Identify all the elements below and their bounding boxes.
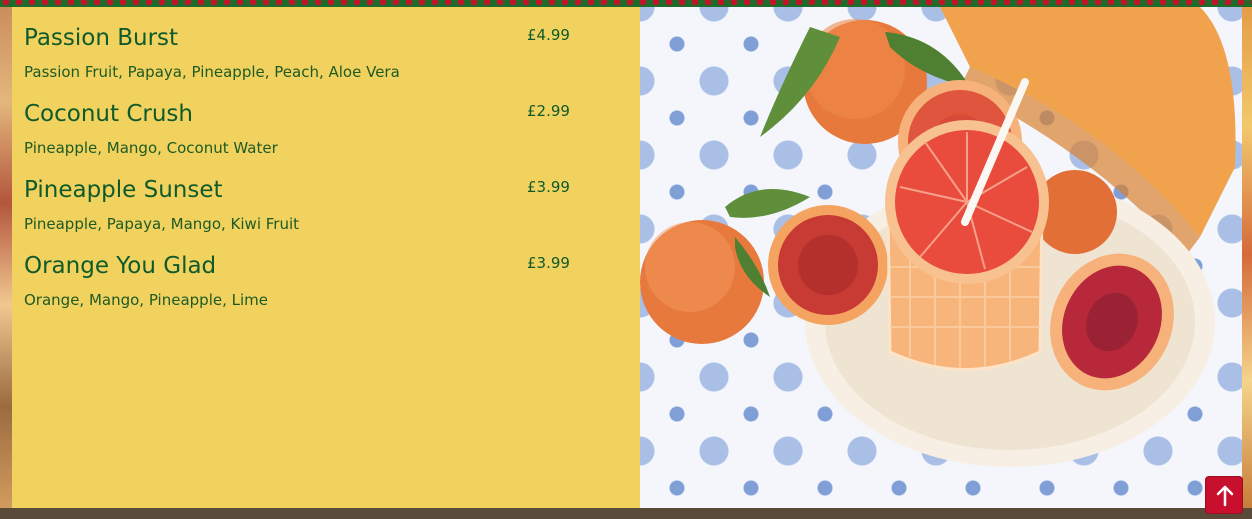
back-to-top-button[interactable] — [1205, 476, 1243, 514]
orange-left-highlight — [645, 222, 735, 312]
background-photo-strip-left — [0, 0, 12, 508]
item-ingredients: Pineapple, Papaya, Mango, Kiwi Fruit — [24, 215, 300, 233]
menu-item: Orange You Glad £3.99 Orange, Mango, Pin… — [24, 235, 584, 309]
item-name: Pineapple Sunset — [24, 177, 223, 203]
garland-border — [0, 0, 1252, 7]
smoothie-menu-panel: Passion Burst £4.99 Passion Fruit, Papay… — [12, 7, 640, 508]
item-ingredients: Orange, Mango, Pineapple, Lime — [24, 291, 268, 309]
item-price: £4.99 — [527, 26, 570, 44]
blood-orange-juice-image — [640, 7, 1242, 508]
menu-item: Coconut Crush £2.99 Pineapple, Mango, Co… — [24, 83, 584, 157]
menu-item: Pineapple Sunset £3.99 Pineapple, Papaya… — [24, 159, 584, 233]
item-name: Coconut Crush — [24, 101, 193, 127]
item-price: £2.99 — [527, 102, 570, 120]
item-name: Orange You Glad — [24, 253, 217, 279]
item-price: £3.99 — [527, 178, 570, 196]
arrow-up-icon — [1216, 485, 1234, 507]
item-ingredients: Pineapple, Mango, Coconut Water — [24, 139, 278, 157]
item-price: £3.99 — [527, 254, 570, 272]
juice-still-life — [640, 7, 1236, 467]
orange-half-core — [798, 235, 858, 295]
background-photo-strip-right — [1242, 0, 1252, 508]
item-ingredients: Passion Fruit, Papaya, Pineapple, Peach,… — [24, 63, 400, 81]
menu-item: Passion Burst £4.99 Passion Fruit, Papay… — [24, 7, 584, 81]
item-name: Passion Burst — [24, 25, 179, 51]
